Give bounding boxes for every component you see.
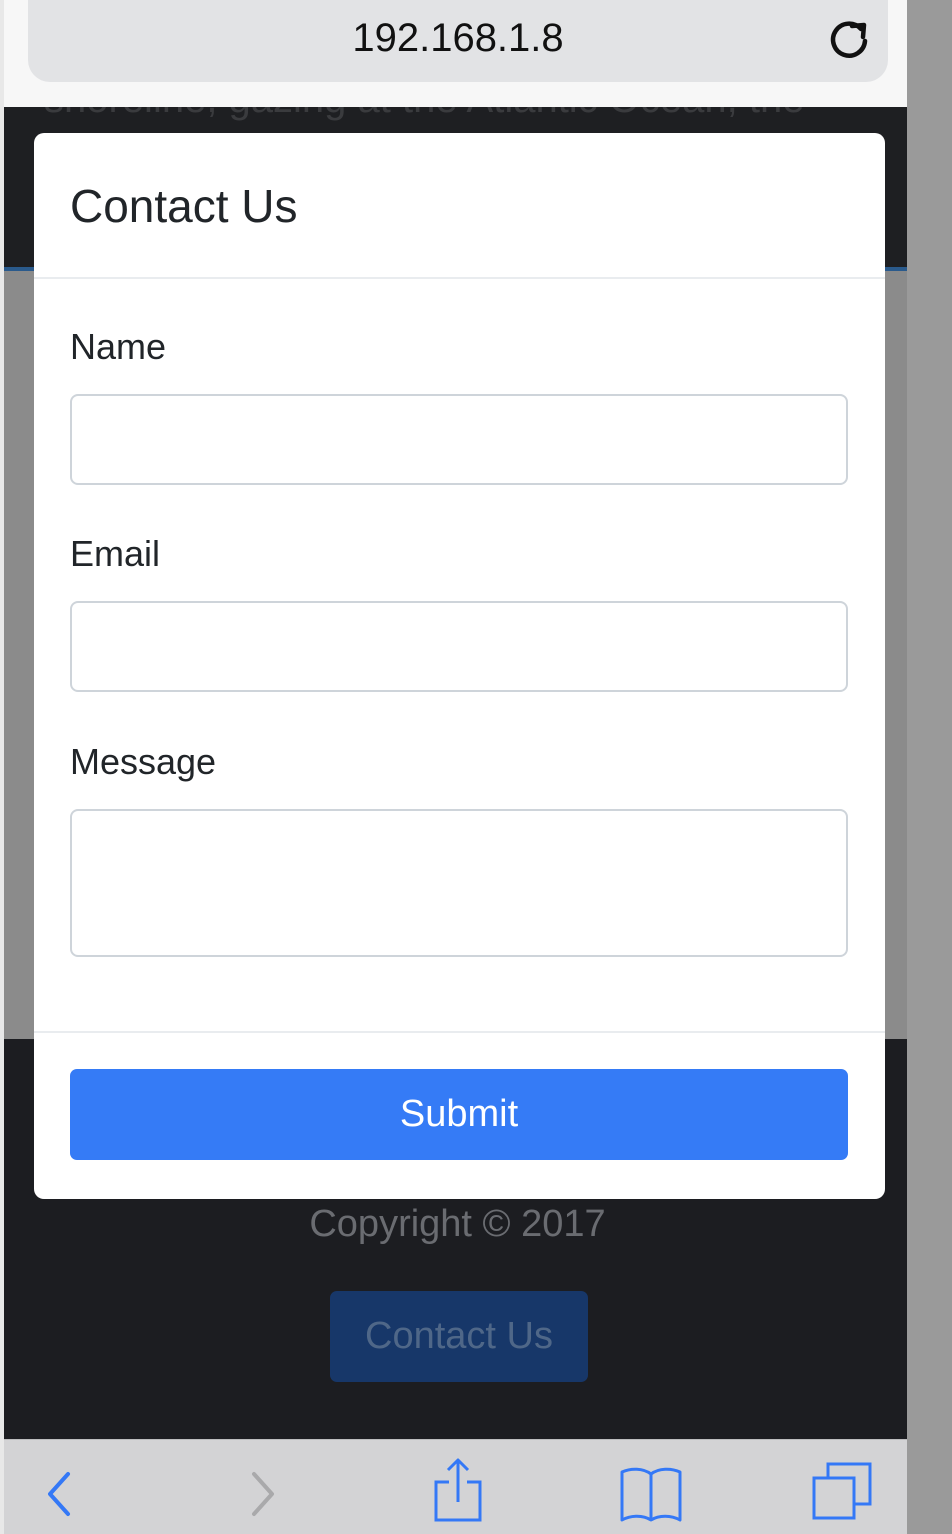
browser-viewport: shoreline, gazing at the Atlantic Ocean,… — [0, 0, 907, 1534]
copyright-text: Copyright © 2017 — [309, 1203, 606, 1245]
forward-icon[interactable] — [242, 1458, 282, 1522]
bookmarks-icon[interactable] — [618, 1458, 684, 1522]
message-label: Message — [70, 741, 217, 782]
modal-header: Contact Us — [34, 133, 885, 279]
submit-button[interactable]: Submit — [70, 1069, 848, 1160]
name-label: Name — [70, 326, 167, 367]
modal-title: Contact Us — [70, 180, 298, 232]
browser-top-bar: 192.168.1.8 — [4, 0, 907, 107]
back-icon[interactable] — [40, 1458, 80, 1522]
browser-toolbar — [4, 1439, 907, 1534]
email-input[interactable] — [70, 601, 848, 692]
footer-contact-button[interactable]: Contact Us — [330, 1291, 588, 1382]
email-label: Email — [70, 533, 161, 574]
modal-footer: Submit — [34, 1031, 885, 1199]
name-input[interactable] — [70, 394, 848, 485]
share-icon[interactable] — [430, 1458, 486, 1522]
tabs-icon[interactable] — [810, 1458, 876, 1522]
reload-icon[interactable] — [826, 17, 872, 63]
url-text[interactable]: 192.168.1.8 — [28, 16, 888, 61]
message-textarea[interactable] — [70, 809, 848, 957]
contact-modal: Contact Us Name Email Message Submit — [34, 133, 885, 1199]
address-bar[interactable]: 192.168.1.8 — [28, 0, 888, 82]
